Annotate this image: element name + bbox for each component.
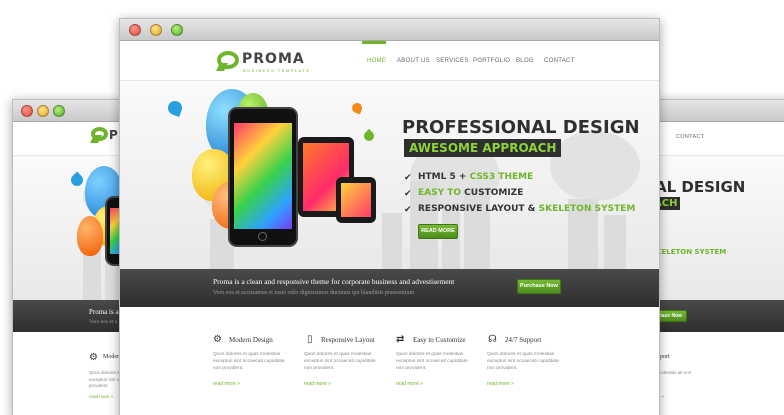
drop-icon	[166, 99, 184, 117]
right-site-header: CONTACT	[651, 122, 784, 156]
feature-read-more-link[interactable]: read more »	[304, 381, 331, 387]
right-features: pport s molestias ati non ore »	[651, 332, 784, 415]
right-band: chase Now	[651, 300, 784, 332]
small-tablet-image	[336, 177, 376, 223]
smartphone-image	[228, 107, 298, 247]
left-features: ⚙ Moder Quos dolores et excepturi sint o…	[13, 332, 129, 415]
promo-stage: PROMA Proma is a Vero eos et a ⚙ Moder Q…	[0, 0, 784, 415]
read-more-button[interactable]: READ MORE	[418, 224, 458, 239]
purchase-now-button[interactable]: Purchase Now	[517, 279, 561, 294]
shuffle-icon: ⇄	[396, 334, 405, 345]
close-button[interactable]	[21, 105, 33, 117]
logo-icon[interactable]	[217, 51, 239, 69]
check-icon: ✔	[404, 204, 412, 214]
feature-title: Responsive Layout	[321, 336, 375, 344]
right-window-titlebar	[651, 100, 784, 122]
nav-services[interactable]: SERVICES	[436, 58, 469, 64]
left-hero	[13, 156, 129, 300]
maximize-button[interactable]	[53, 105, 65, 117]
feature-title: 24/7 Support	[505, 336, 542, 344]
main-window-titlebar	[120, 19, 659, 41]
hero-bullet-2: EASY TO CUSTOMIZE	[418, 188, 524, 198]
promo-band: Proma is a clean and responsive theme fo…	[120, 269, 659, 307]
left-site-header: PROMA	[13, 122, 129, 156]
maximize-button[interactable]	[171, 24, 183, 36]
feature-text: Quos dolores et quas molestias excepturi…	[213, 352, 285, 371]
feature-text: Quos dolores et quas molestias excepturi…	[396, 352, 468, 371]
hero-bullet-3: RESPONSIVE LAYOUT & SKELETON SYSTEM	[418, 204, 636, 214]
hero-section: PROFESSIONAL DESIGN AWESOME APPROACH ✔ H…	[120, 81, 659, 269]
close-button[interactable]	[129, 24, 141, 36]
site-header: PROMA BUSINESS TEMPLATE HOME ABOUT US SE…	[120, 41, 659, 81]
left-band: Proma is a Vero eos et a	[13, 300, 129, 332]
hero-headline: PROFESSIONAL DESIGN	[402, 117, 640, 138]
main-browser-window: PROMA BUSINESS TEMPLATE HOME ABOUT US SE…	[119, 18, 660, 415]
band-title: Proma is a clean and responsive theme fo…	[213, 277, 455, 286]
left-browser-window: PROMA Proma is a Vero eos et a ⚙ Moder Q…	[12, 99, 130, 415]
phone-icon: ▯	[307, 334, 313, 345]
check-icon: ✔	[404, 172, 412, 182]
minimize-button[interactable]	[37, 105, 49, 117]
feature-read-more-link[interactable]: read more »	[396, 381, 423, 387]
hero-tagline: AWESOME APPROACH	[404, 139, 562, 157]
feature-text: Quos dolores et quas molestias excepturi…	[487, 352, 559, 371]
feature-text: Quos dolores et quas molestias excepturi…	[304, 352, 376, 371]
nav-contact[interactable]: CONTACT	[544, 58, 575, 64]
right-hero: AL DESIGN ACH SKELETON SYSTEM	[651, 156, 784, 300]
right-browser-window: CONTACT AL DESIGN ACH SKELETON SYSTEM ch…	[650, 99, 784, 415]
gear-icon: ⚙	[89, 352, 98, 363]
nav-about-us[interactable]: ABOUT US	[397, 58, 430, 64]
headphones-icon: ☊	[488, 334, 497, 345]
feature-read-more-link[interactable]: read more »	[213, 381, 240, 387]
feature-title: Easy to Customize	[413, 336, 466, 344]
minimize-button[interactable]	[150, 24, 162, 36]
feature-title: Modern Design	[229, 336, 273, 344]
left-window-titlebar	[13, 100, 129, 122]
logo-icon	[91, 127, 108, 141]
logo-subtitle: BUSINESS TEMPLATE	[243, 68, 311, 73]
check-icon: ✔	[404, 188, 412, 198]
logo-text[interactable]: PROMA	[242, 51, 305, 67]
nav-blog[interactable]: BLOG	[516, 58, 534, 64]
nav-portfolio[interactable]: PORTFOLIO	[473, 58, 510, 64]
features-section: ⚙ Modern Design Quos dolores et quas mol…	[120, 307, 659, 415]
band-subtitle: Vero eos et accusamus et iusto odio dign…	[213, 290, 415, 296]
nav-active-indicator	[362, 41, 386, 44]
nav-home[interactable]: HOME	[367, 58, 386, 64]
gear-icon: ⚙	[213, 334, 222, 345]
feature-read-more-link[interactable]: read more »	[487, 381, 514, 387]
hero-bullet-1: HTML 5 + CSS3 THEME	[418, 172, 534, 182]
